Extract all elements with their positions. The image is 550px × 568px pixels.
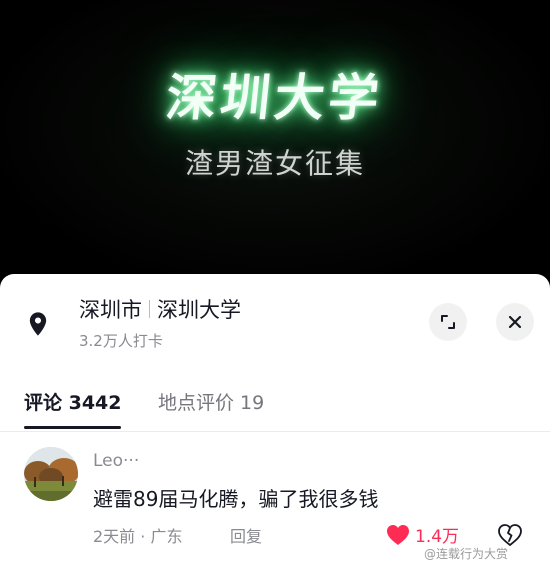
- location-header[interactable]: 深圳市 深圳大学 3.2万人打卡: [0, 274, 550, 364]
- location-separator: [149, 300, 150, 318]
- broken-heart-icon[interactable]: [497, 523, 523, 547]
- location-pin-icon: [29, 312, 47, 336]
- expand-button[interactable]: [429, 303, 467, 341]
- close-button[interactable]: [496, 303, 534, 341]
- video-subtitle: 渣男渣女征集: [184, 147, 365, 180]
- comment-text: 避雷89届马化腾，骗了我很多钱: [93, 487, 379, 511]
- like-count: 1.4万: [415, 527, 460, 547]
- close-icon: [508, 315, 522, 329]
- tab-location-reviews[interactable]: 地点评价 19: [158, 388, 264, 415]
- active-tab-indicator: [24, 426, 121, 429]
- video-player[interactable]: 深圳大学 渣男渣女征集: [0, 0, 550, 282]
- heart-icon[interactable]: [386, 524, 410, 546]
- video-title: 深圳大学: [163, 69, 386, 127]
- expand-icon: [441, 315, 455, 329]
- tab-comments[interactable]: 评论 3442: [24, 388, 122, 415]
- location-name: 深圳市 深圳大学: [79, 294, 241, 324]
- location-place: 深圳大学: [157, 298, 241, 322]
- location-sheet: 深圳市 深圳大学 3.2万人打卡 评论 3442 地点评价 19 Leo··· …: [0, 274, 550, 568]
- avatar[interactable]: [24, 447, 78, 501]
- comment-username[interactable]: Leo···: [93, 451, 139, 471]
- comment-meta: 2天前 · 广东: [93, 527, 183, 546]
- weibo-watermark: @连载行为大赏: [424, 547, 509, 561]
- checkin-count: 3.2万人打卡: [79, 332, 163, 350]
- reply-button[interactable]: 回复: [230, 523, 262, 547]
- location-city: 深圳市: [79, 298, 142, 322]
- sheet-tabs: 评论 3442 地点评价 19: [0, 382, 550, 432]
- avatar-image: [24, 447, 78, 501]
